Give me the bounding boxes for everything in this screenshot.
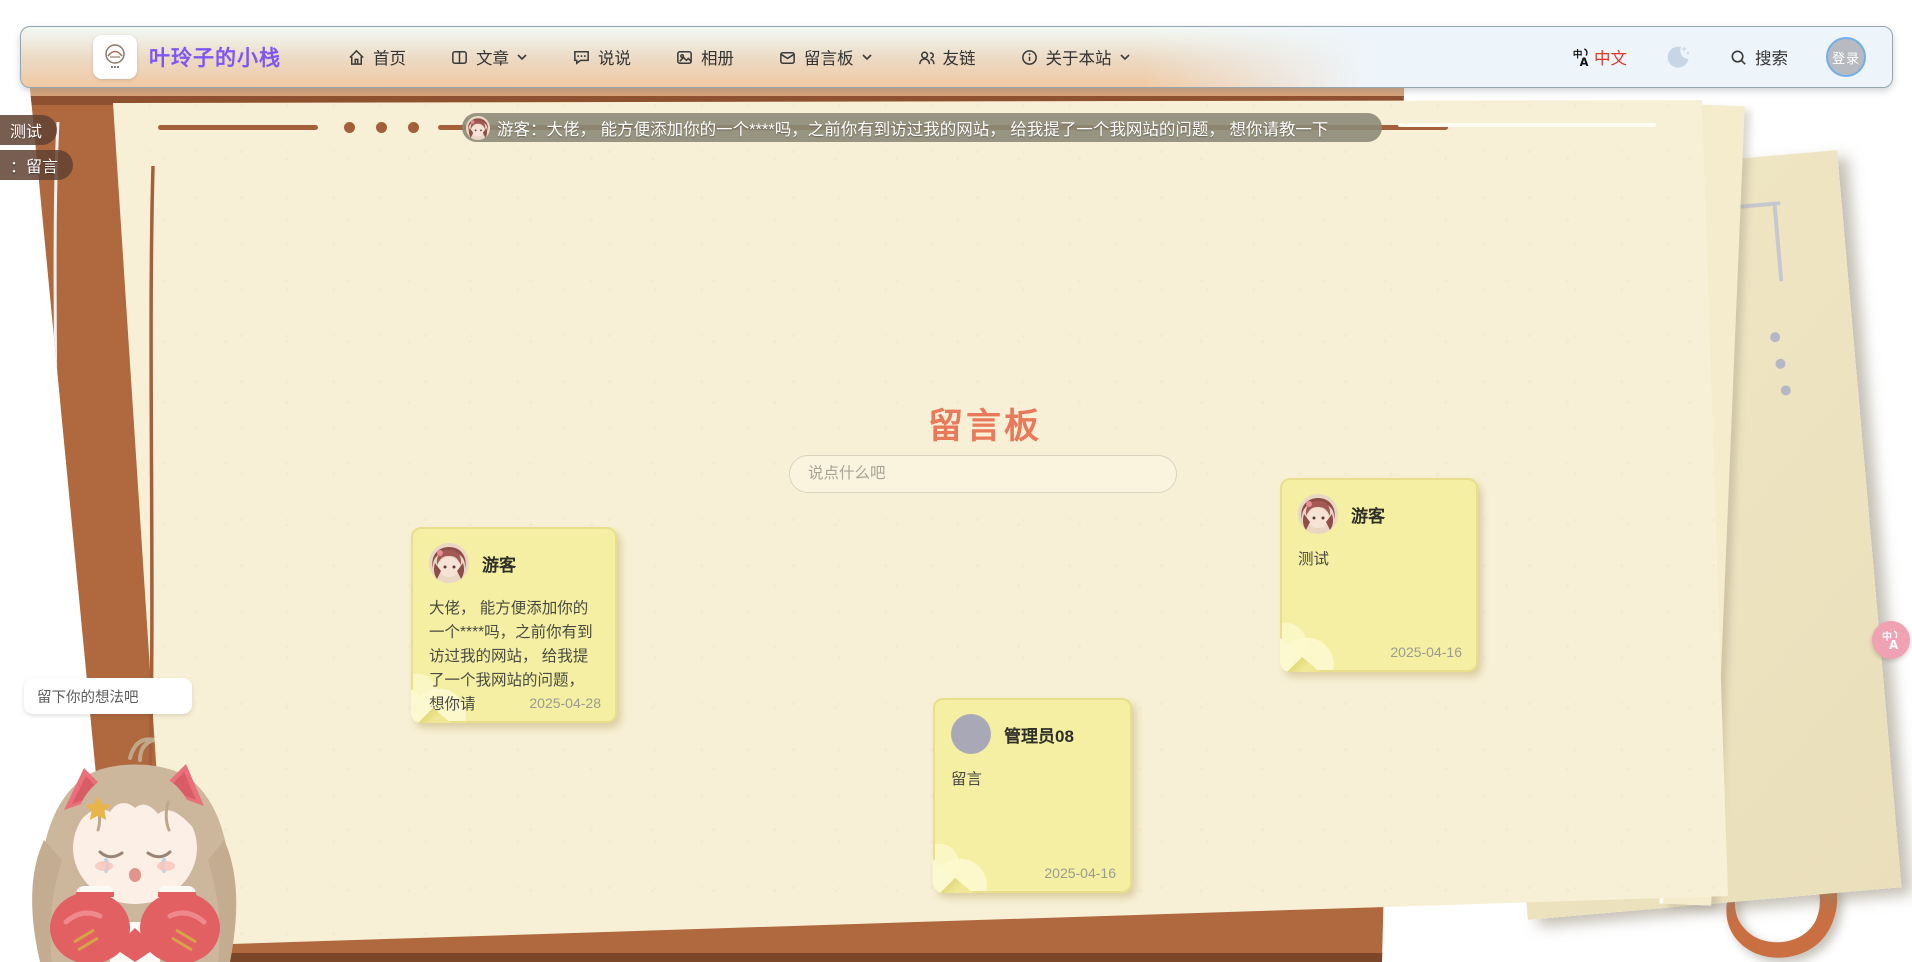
note-author: 游客 — [482, 555, 516, 575]
language-switch[interactable]: 中 A 中文 — [1571, 45, 1627, 69]
announcement-text: 游客：大佬， 能方便添加你的一个****吗，之前你有到访过我的网站， 给我提了一… — [497, 120, 1329, 139]
nav-item-friends[interactable]: 友链 — [917, 45, 976, 69]
cover-top-edge — [30, 88, 1404, 96]
toast-notification: ：留言 — [0, 150, 74, 180]
nav-item-label: 首页 — [373, 50, 406, 68]
mascot-character — [32, 737, 237, 962]
mascot-bubble-text: 留下你的想法吧 — [37, 689, 139, 706]
note-author: 游客 — [1351, 506, 1385, 526]
navbar: 叶玲子的小栈 首页 文章 说说 相册 留言板 友链 关于本站 中 A 中文 搜索… — [20, 26, 1893, 88]
chevron-down-icon — [517, 54, 527, 61]
note-date: 2025-04-16 — [1390, 644, 1462, 660]
deco-line — [158, 125, 318, 130]
note-author: 管理员08 — [1004, 726, 1074, 746]
nav-item-label: 关于本站 — [1045, 50, 1112, 68]
nav-item-label: 说说 — [598, 50, 631, 68]
mascot-speech-bubble: 留下你的想法吧 — [24, 678, 192, 714]
chevron-down-icon — [861, 54, 872, 61]
friends-icon — [918, 51, 935, 64]
search-label: 搜索 — [1755, 50, 1788, 68]
nav-item-talks[interactable]: 说说 — [572, 45, 631, 69]
note-fold — [1280, 638, 1320, 672]
deco-line-white — [1398, 123, 1656, 127]
svg-text:A: A — [1889, 638, 1899, 651]
note-header: 管理员08 — [951, 714, 1114, 754]
message-board-icon — [780, 51, 795, 64]
toast-notification: 测试 — [0, 115, 58, 145]
dark-mode-moon-icon[interactable] — [1665, 44, 1691, 70]
nav-item-label: 友链 — [942, 50, 976, 68]
page-title: 留言板 — [927, 407, 1043, 446]
nav-item-label: 相册 — [701, 50, 734, 68]
deco-dot — [344, 122, 355, 133]
nav-item-label: 文章 — [476, 50, 509, 68]
note-header: 游客 — [429, 543, 599, 583]
note-date: 2025-04-16 — [1044, 865, 1116, 881]
nav-item-about[interactable]: 关于本站 — [1020, 45, 1131, 69]
message-input[interactable] — [789, 455, 1177, 493]
article-icon — [452, 50, 467, 64]
note-date: 2025-04-28 — [529, 695, 601, 711]
sheet-dot — [1775, 358, 1786, 370]
announcement-marquee[interactable]: 游客：大佬， 能方便添加你的一个****吗，之前你有到访过我的网站， 给我提了一… — [462, 113, 1382, 142]
translate-icon: 中 A — [1573, 47, 1589, 68]
logo-emblem-icon — [105, 44, 125, 68]
floating-translate-button[interactable]: 中 A — [1872, 621, 1910, 659]
talks-icon — [574, 50, 589, 65]
note-header: 游客 — [1298, 494, 1460, 534]
album-icon — [677, 50, 692, 64]
login-button[interactable]: 登录 — [1826, 37, 1866, 77]
translate-icon: 中 A — [1882, 630, 1899, 651]
message-note: 管理员08 留言 2025-04-16 — [933, 698, 1132, 893]
note-text: 留言 — [951, 771, 983, 788]
nav-item-album[interactable]: 相册 — [675, 45, 734, 69]
sheet-dot — [1780, 385, 1792, 396]
note-text: 测试 — [1298, 551, 1330, 568]
message-note: 游客 测试 2025-04-16 — [1280, 478, 1478, 672]
nav-item-label: 留言板 — [804, 50, 854, 68]
svg-text:A: A — [1580, 55, 1589, 68]
chevron-down-icon — [1119, 54, 1130, 61]
nav-right-tools: 中 A 中文 搜索 登录 — [1571, 37, 1866, 77]
avatar — [1298, 494, 1338, 534]
toast-text: ：留言 — [10, 159, 59, 176]
home-icon — [349, 49, 364, 65]
deco-dot — [408, 122, 419, 133]
avatar — [429, 543, 469, 583]
about-icon — [1021, 49, 1037, 65]
nav-item-articles[interactable]: 文章 — [450, 45, 528, 69]
note-fold — [933, 859, 973, 893]
site-logo — [93, 35, 137, 79]
avatar — [951, 714, 991, 754]
search-button[interactable]: 搜索 — [1729, 45, 1788, 69]
main-menu: 首页 文章 说说 相册 留言板 友链 关于本站 — [347, 45, 1131, 69]
site-title: 叶玲子的小栈 — [149, 47, 281, 70]
nav-item-home[interactable]: 首页 — [347, 45, 406, 69]
sheet-dot — [1769, 331, 1781, 343]
site-brand[interactable]: 叶玲子的小栈 — [93, 35, 281, 79]
message-note: 游客 大佬， 能方便添加你的一个****吗，之前你有到访过我的网站， 给我提了一… — [411, 527, 617, 723]
deco-dot — [376, 122, 387, 133]
nav-item-message-board[interactable]: 留言板 — [778, 45, 873, 69]
language-label: 中文 — [1594, 50, 1627, 68]
toast-text: 测试 — [10, 124, 43, 141]
sheet-corner-line — [1772, 203, 1784, 282]
announcement-avatar — [466, 115, 490, 140]
search-icon — [1731, 50, 1746, 65]
